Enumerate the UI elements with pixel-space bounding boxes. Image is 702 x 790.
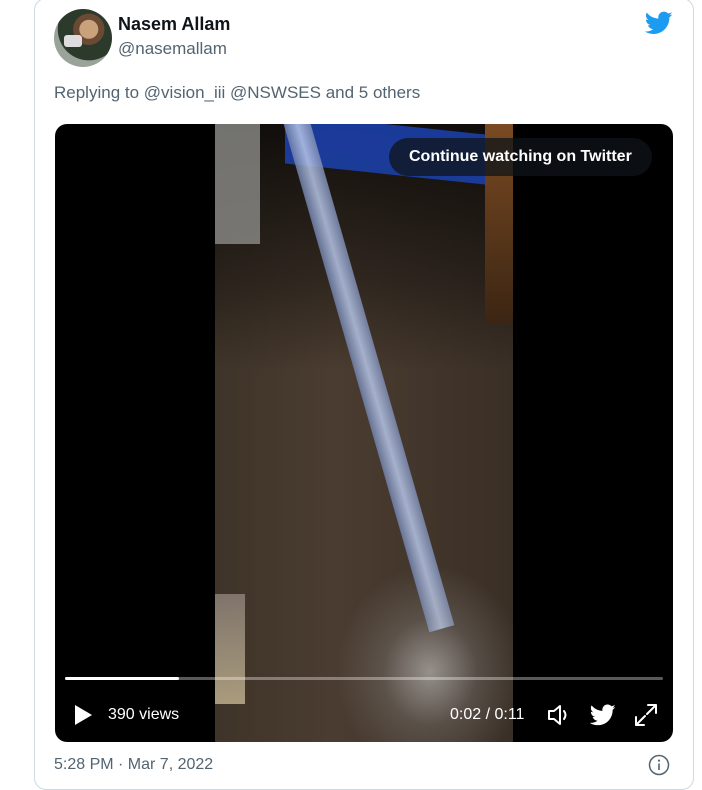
reply-suffix[interactable]: and 5 others bbox=[326, 83, 421, 102]
author-handle[interactable]: @nasemallam bbox=[118, 39, 227, 59]
reply-targets[interactable]: @vision_iii @NSWSES bbox=[144, 83, 321, 102]
avatar[interactable] bbox=[54, 9, 112, 67]
volume-icon[interactable] bbox=[546, 702, 572, 728]
tweet-timestamp[interactable]: 5:28 PM · Mar 7, 2022 bbox=[54, 756, 213, 774]
author-name[interactable]: Nasem Allam bbox=[118, 14, 230, 35]
reply-context: Replying to @vision_iii @NSWSES and 5 ot… bbox=[54, 83, 420, 103]
reply-prefix: Replying to bbox=[54, 83, 140, 102]
view-count: 390 views bbox=[108, 706, 180, 723]
twitter-bird-icon[interactable] bbox=[643, 9, 675, 37]
info-icon[interactable] bbox=[648, 754, 670, 776]
fullscreen-icon[interactable] bbox=[633, 702, 659, 728]
video-player[interactable]: Continue watching on Twitter 390 views 0… bbox=[55, 124, 673, 742]
play-icon[interactable] bbox=[73, 704, 93, 726]
progress-bar[interactable] bbox=[65, 677, 663, 680]
video-frame[interactable] bbox=[215, 124, 513, 742]
progress-fill bbox=[65, 677, 179, 680]
twitter-bird-icon[interactable] bbox=[590, 702, 616, 728]
time-display: 0:02 / 0:11 bbox=[450, 706, 525, 723]
continue-watching-button[interactable]: Continue watching on Twitter bbox=[389, 138, 652, 176]
